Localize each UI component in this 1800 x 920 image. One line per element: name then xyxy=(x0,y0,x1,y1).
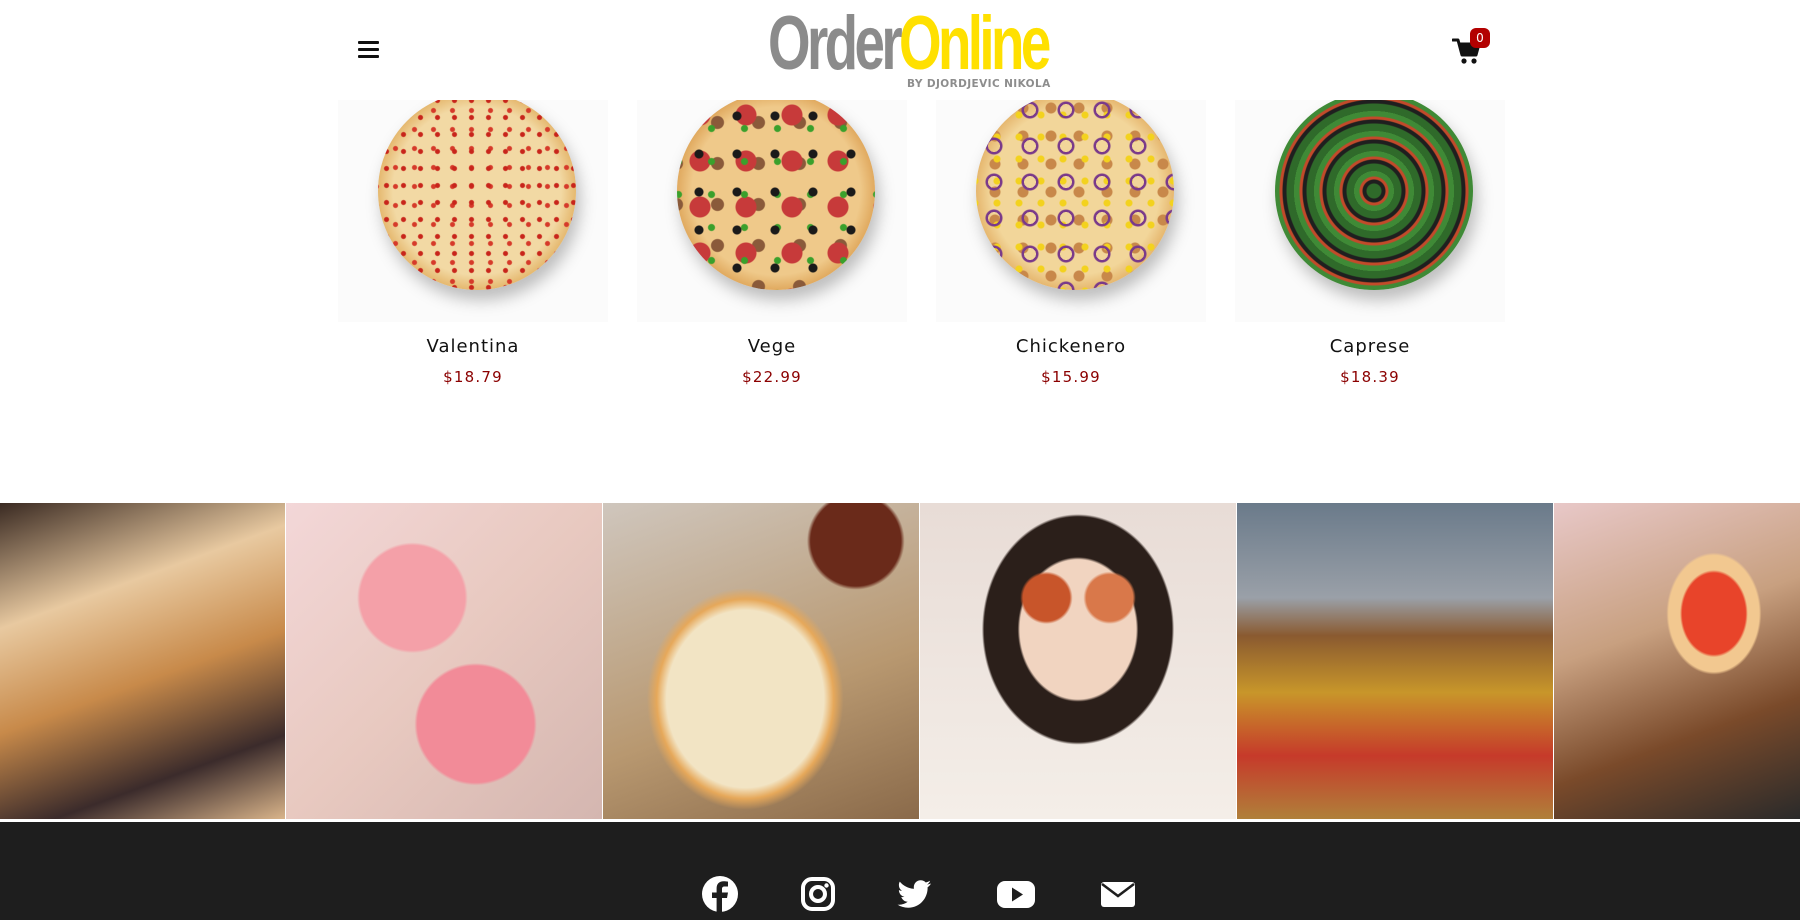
product-card-caprese[interactable]: Caprese $18.39 xyxy=(1235,100,1505,400)
cart-count-badge: 0 xyxy=(1470,28,1490,48)
product-image xyxy=(338,100,608,322)
gallery-photo-pizza-boxes xyxy=(1237,503,1553,819)
product-card-chickenero[interactable]: Chickenero $15.99 xyxy=(936,100,1206,400)
product-image xyxy=(1235,100,1505,322)
product-list: Valentina $18.79 Vege $22.99 Chickenero … xyxy=(338,100,1538,400)
logo-order-text: Order xyxy=(768,1,903,86)
product-name: Vege xyxy=(747,336,797,357)
instagram-icon[interactable] xyxy=(798,874,838,914)
pizza-vege-image xyxy=(677,100,875,290)
product-name: Caprese xyxy=(1329,336,1411,357)
gallery-photo-pizza-sharing xyxy=(0,503,285,819)
product-image xyxy=(637,100,907,322)
pizza-caprese-image xyxy=(1275,100,1473,290)
product-name: Valentina xyxy=(426,336,520,357)
product-card-valentina[interactable]: Valentina $18.79 xyxy=(338,100,608,400)
pizza-chickenero-image xyxy=(976,100,1174,290)
product-price: $15.99 xyxy=(1041,368,1101,386)
photo-gallery xyxy=(0,503,1800,819)
product-price: $22.99 xyxy=(742,368,802,386)
pizza-valentina-image xyxy=(378,100,576,290)
gallery-photo-man-eating-pizza xyxy=(1554,503,1800,819)
product-price: $18.79 xyxy=(443,368,503,386)
logo-tagline: BY DJORDJEVIC NIKOLA xyxy=(907,78,1051,90)
site-logo[interactable]: OrderOnline BY DJORDJEVIC NIKOLA xyxy=(768,4,1068,94)
twitter-icon[interactable] xyxy=(894,874,934,914)
product-price: $18.39 xyxy=(1340,368,1400,386)
logo-online-text: Online xyxy=(899,1,1051,86)
site-header: OrderOnline BY DJORDJEVIC NIKOLA 0 xyxy=(0,0,1800,100)
gallery-photo-pink-plates xyxy=(286,503,602,819)
site-footer xyxy=(0,822,1800,920)
email-icon[interactable] xyxy=(1098,874,1138,914)
gallery-photo-woman-with-wings xyxy=(920,503,1236,819)
gallery-photo-pizza-and-wings xyxy=(603,503,919,819)
youtube-icon[interactable] xyxy=(996,874,1036,914)
hamburger-menu-icon[interactable] xyxy=(356,36,382,64)
product-name: Chickenero xyxy=(1015,336,1127,357)
product-image xyxy=(936,100,1206,322)
facebook-icon[interactable] xyxy=(700,874,740,914)
product-card-vege[interactable]: Vege $22.99 xyxy=(637,100,907,400)
